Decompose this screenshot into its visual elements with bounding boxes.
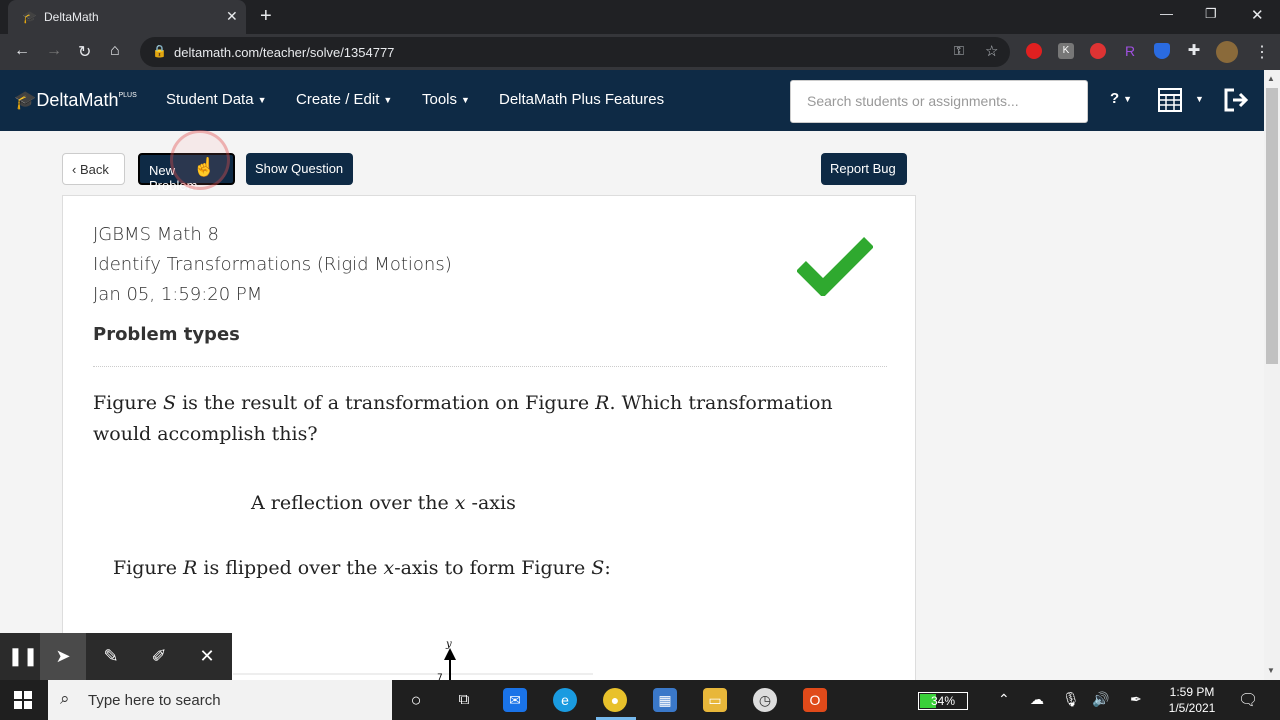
lock-icon: 🔒: [152, 44, 167, 58]
nav-tools[interactable]: Tools ▼: [422, 91, 470, 108]
notification-icon[interactable]: 🗨: [1238, 690, 1258, 710]
help-menu[interactable]: ? ▼: [1110, 90, 1132, 107]
nav-create-edit[interactable]: Create / Edit ▼: [296, 91, 392, 108]
browser-tab[interactable]: 🎓 DeltaMath ✕: [8, 0, 246, 34]
task-view-icon[interactable]: ⧉: [452, 688, 476, 712]
new-tab-icon[interactable]: +: [260, 5, 272, 28]
extensions-puzzle-icon[interactable]: ✚: [1186, 43, 1202, 59]
answer-text: A reflection over the x -axis: [251, 492, 516, 514]
deltamath-logo[interactable]: 🎓DeltaMathPLUS: [14, 90, 137, 111]
chrome-icon[interactable]: ●: [603, 688, 627, 712]
edge-icon[interactable]: e: [553, 688, 577, 712]
restore-icon[interactable]: ❐: [1205, 6, 1217, 22]
volume-icon[interactable]: 🔊: [1092, 691, 1109, 708]
show-question-button[interactable]: Show Question: [246, 153, 353, 185]
caret-down-icon[interactable]: ▼: [1195, 94, 1204, 104]
profile-avatar[interactable]: [1216, 41, 1238, 63]
hand-cursor-icon: ☝: [193, 157, 216, 177]
logout-icon[interactable]: [1224, 88, 1250, 112]
scroll-down-icon[interactable]: ▼: [1267, 666, 1275, 675]
chevron-up-icon[interactable]: ⌃: [998, 691, 1010, 708]
minimize-icon[interactable]: —: [1160, 6, 1173, 21]
tab-title: DeltaMath: [44, 10, 99, 24]
problem-card: JGBMS Math 8 Identify Transformations (R…: [62, 195, 916, 696]
timestamp: Jan 05, 1:59:20 PM: [93, 284, 263, 305]
caret-down-icon: ▼: [257, 95, 267, 106]
reload-icon[interactable]: ↻: [78, 42, 91, 62]
windows-taskbar: ⌕ Type here to search ○ ⧉ ✉ e ● ▦ ▭ ◷ O: [0, 680, 1280, 720]
highlighter-icon[interactable]: ✐: [136, 633, 182, 680]
mail-icon[interactable]: ✉: [503, 688, 527, 712]
chevron-left-icon: ‹: [72, 162, 80, 177]
address-bar[interactable]: 🔒 deltamath.com/teacher/solve/1354777 ⚿ …: [140, 37, 1010, 67]
deltamath-navbar: 🎓DeltaMathPLUS Student Data ▼ Create / Ed…: [0, 70, 1280, 131]
battery-indicator[interactable]: 34%: [918, 692, 968, 710]
pen-workspace-icon[interactable]: ✒: [1130, 691, 1142, 708]
url-text: deltamath.com/teacher/solve/1354777: [174, 45, 395, 60]
caret-down-icon: ▼: [461, 95, 470, 106]
caret-down-icon: ▼: [1123, 94, 1133, 105]
graduation-cap-icon: 🎓: [22, 10, 37, 24]
calculator-icon[interactable]: [1158, 88, 1182, 112]
extension-red-icon[interactable]: [1026, 43, 1042, 59]
menu-kebab-icon[interactable]: ⋮: [1254, 42, 1270, 62]
pointer-icon[interactable]: ➤: [40, 633, 86, 680]
assignment-name: Identify Transformations (Rigid Motions): [93, 254, 452, 275]
class-name: JGBMS Math 8: [93, 224, 219, 245]
back-arrow-icon[interactable]: ←: [14, 42, 30, 60]
cortana-icon[interactable]: ○: [404, 688, 428, 712]
nav-plus-features[interactable]: DeltaMath Plus Features: [499, 91, 664, 108]
taskbar-search[interactable]: ⌕ Type here to search: [48, 680, 392, 720]
office-icon[interactable]: O: [803, 688, 827, 712]
back-button[interactable]: ‹ Back: [62, 153, 125, 185]
extension-shield-icon[interactable]: [1154, 43, 1170, 59]
explanation-text: Figure R is flipped over the x-axis to f…: [113, 557, 611, 579]
search-icon: ⌕: [60, 689, 70, 708]
pen-icon[interactable]: ✎: [88, 633, 134, 680]
clock-app-icon[interactable]: ◷: [753, 688, 777, 712]
forward-arrow-icon[interactable]: →: [46, 42, 62, 60]
key-icon[interactable]: ⚿: [954, 43, 964, 59]
browser-toolbar: ← → ↻ ⌂ 🔒 deltamath.com/teacher/solve/13…: [0, 34, 1280, 70]
windows-start-icon[interactable]: [14, 691, 32, 709]
window-close-icon[interactable]: ✕: [1251, 6, 1264, 24]
home-icon[interactable]: ⌂: [110, 42, 120, 60]
microphone-icon[interactable]: 🎙: [1062, 691, 1080, 708]
calculator-app-icon[interactable]: ▦: [653, 688, 677, 712]
recorder-toolbar: ❚❚ ➤ ✎ ✐ ✕: [0, 633, 232, 680]
close-tab-icon[interactable]: ✕: [226, 8, 238, 25]
onedrive-icon[interactable]: ☁: [1030, 691, 1044, 708]
problem-types-link[interactable]: Problem types: [93, 324, 240, 345]
report-bug-button[interactable]: Report Bug: [821, 153, 907, 185]
graph-y-label: y: [445, 639, 452, 650]
caret-down-icon: ▼: [383, 95, 393, 106]
checkmark-icon: [797, 237, 873, 296]
extension-screencastify-icon[interactable]: [1090, 43, 1106, 59]
system-clock[interactable]: 1:59 PM 1/5/2021: [1166, 684, 1218, 716]
divider: [93, 366, 887, 367]
bookmark-star-icon[interactable]: ☆: [985, 42, 998, 60]
browser-tab-bar: 🎓 DeltaMath ✕ + — ❐ ✕: [0, 0, 1280, 34]
graduation-cap-icon: 🎓: [14, 90, 37, 110]
scrollbar-thumb[interactable]: [1266, 88, 1278, 364]
search-input[interactable]: Search students or assignments...: [790, 80, 1088, 123]
nav-student-data[interactable]: Student Data ▼: [166, 91, 266, 108]
question-text: Figure S is the result of a transformati…: [93, 392, 833, 445]
extension-r-icon[interactable]: R: [1122, 43, 1138, 59]
close-toolbar-icon[interactable]: ✕: [184, 633, 230, 680]
scroll-up-icon[interactable]: ▲: [1267, 74, 1275, 83]
file-explorer-icon[interactable]: ▭: [703, 688, 727, 712]
extension-k-icon[interactable]: K: [1058, 43, 1074, 59]
